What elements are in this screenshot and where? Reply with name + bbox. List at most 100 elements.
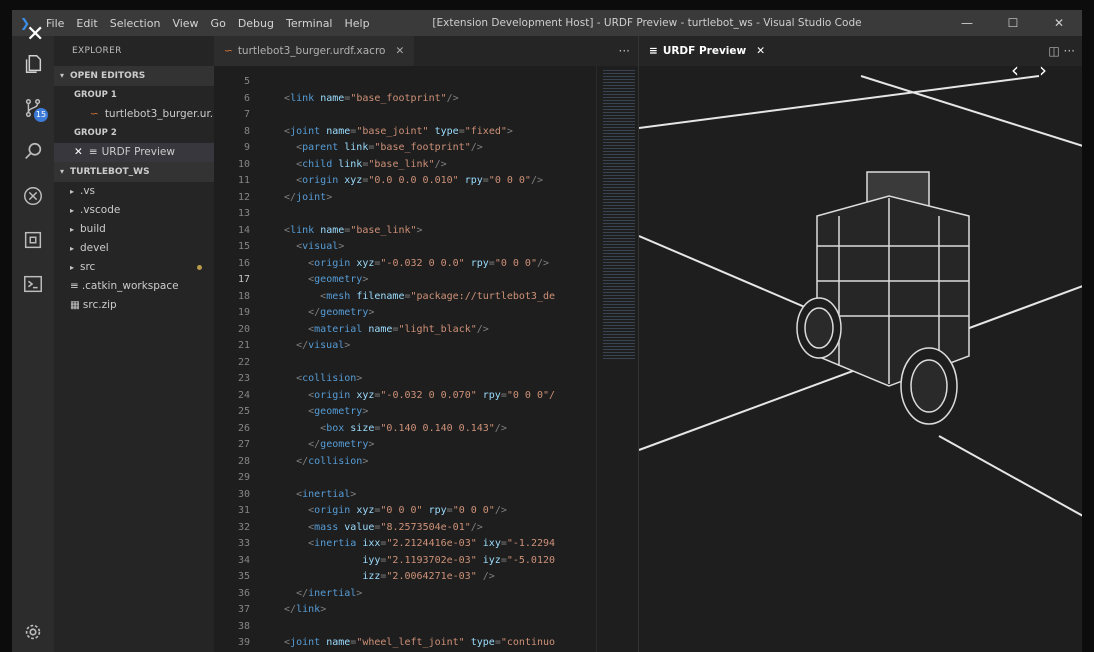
menu-go[interactable]: Go — [211, 17, 226, 30]
menu-file[interactable]: File — [46, 17, 64, 30]
code-line[interactable]: 30 <inertial> — [214, 487, 638, 504]
code-line[interactable]: 25 <geometry> — [214, 404, 638, 421]
code-token: < — [272, 241, 303, 252]
tree-item-vs[interactable]: ▸ .vs — [54, 182, 214, 201]
code-line[interactable]: 7 — [214, 107, 638, 124]
line-number: 21 — [237, 340, 250, 351]
tab-urdf-xacro[interactable]: ∽ turtlebot3_burger.urdf.xacro ✕ — [214, 36, 415, 66]
code-token: "0 0 0"/ — [506, 389, 556, 401]
code-line[interactable]: 11 <origin xyz="0.0 0.0 0.010" rpy="0 0 … — [214, 173, 638, 190]
code-line[interactable]: 36 </inertial> — [214, 586, 638, 603]
code-line[interactable]: 27 </geometry> — [214, 437, 638, 454]
code-token: "0 0 0" — [380, 505, 423, 516]
menu-selection[interactable]: Selection — [110, 17, 161, 30]
code-token: origin — [314, 389, 351, 401]
settings-gear-icon[interactable] — [12, 612, 54, 652]
minimize-icon[interactable]: — — [944, 10, 990, 36]
code-line[interactable]: 22 — [214, 355, 638, 372]
code-line[interactable]: 23 <collision> — [214, 371, 638, 388]
code-line[interactable]: 5 — [214, 74, 638, 91]
close-icon[interactable]: ✕ — [26, 24, 44, 46]
code-line[interactable]: 32 <mass value="8.2573504e-01"/> — [214, 520, 638, 537]
maximize-icon[interactable]: ☐ — [990, 10, 1036, 36]
close-window-icon[interactable]: ✕ — [1036, 10, 1082, 36]
code-line[interactable]: 12 </joint> — [214, 190, 638, 207]
code-line[interactable]: 31 <origin xyz="0 0 0" rpy="0 0 0"/> — [214, 503, 638, 520]
code-line[interactable]: 15 <visual> — [214, 239, 638, 256]
open-editor-urdf-preview[interactable]: ✕ ≡ URDF Preview — [54, 143, 214, 162]
open-editor-urdf-file[interactable]: ∽ turtlebot3_burger.ur... — [54, 105, 214, 124]
menu-terminal[interactable]: Terminal — [286, 17, 333, 30]
tree-item-catkin-workspace[interactable]: ≡ .catkin_workspace — [54, 277, 214, 296]
code-token: < — [272, 389, 315, 401]
code-line[interactable]: 29 — [214, 470, 638, 487]
tab-urdf-preview[interactable]: ≡ URDF Preview ✕ — [649, 36, 765, 66]
explorer-icon[interactable] — [12, 44, 54, 84]
code-token: iyz — [482, 554, 501, 566]
code-line[interactable]: 34 iyy="2.1193702e-03" iyz="-5.0120 — [214, 553, 638, 570]
code-line[interactable]: 20 <material name="light_black"/> — [214, 322, 638, 339]
open-editors-section[interactable]: ▾ OPEN EDITORS — [54, 66, 214, 86]
code-line[interactable]: 17 <geometry> — [214, 272, 638, 289]
code-line[interactable]: 14 <link name="base_link"> — [214, 223, 638, 240]
close-tab-icon[interactable]: ✕ — [756, 45, 765, 57]
scm-count-badge: 15 — [34, 108, 48, 122]
code-line[interactable]: 37 </link> — [214, 602, 638, 619]
code-token: filename — [356, 290, 405, 302]
minimap[interactable] — [596, 66, 639, 652]
code-line[interactable]: 28 </collision> — [214, 454, 638, 471]
line-number: 5 — [243, 76, 250, 87]
menu-help[interactable]: Help — [345, 17, 370, 30]
tree-item-devel[interactable]: ▸ devel — [54, 239, 214, 258]
code-line[interactable]: 35 izz="2.0064271e-03" /> — [214, 569, 638, 586]
code-token: /> — [536, 257, 550, 269]
debug-icon[interactable] — [12, 176, 54, 216]
chevron-right-icon: ▸ — [70, 244, 75, 253]
tree-item-src-zip[interactable]: ▦ src.zip — [54, 296, 214, 315]
code-area[interactable]: 5 6 <link name="base_footprint"/> 7 8 <join… — [214, 74, 638, 652]
code-line[interactable]: 38 — [214, 619, 638, 636]
rss-file-icon: ∽ — [90, 108, 99, 120]
search-icon[interactable] — [12, 132, 54, 172]
tab-label: turtlebot3_burger.urdf.xacro — [237, 45, 386, 57]
menu-view[interactable]: View — [172, 17, 198, 30]
code-line[interactable]: 8 <joint name="base_joint" type="fixed"> — [214, 124, 638, 141]
code-line[interactable]: 10 <child link="base_link"/> — [214, 157, 638, 174]
code-token: "fixed" — [464, 125, 507, 137]
code-token: rpy — [464, 175, 483, 186]
code-line[interactable]: 19 </geometry> — [214, 305, 638, 322]
tree-item-src[interactable]: ▸ src — [54, 258, 214, 277]
code-line[interactable]: 21 </visual> — [214, 338, 638, 355]
code-line[interactable]: 39 <joint name="wheel_left_joint" type="… — [214, 635, 638, 652]
code-line[interactable]: 6 <link name="base_footprint"/> — [214, 91, 638, 108]
code-token: "2.2124416e-03" — [386, 538, 477, 549]
code-token: origin — [314, 257, 351, 269]
terminal-icon[interactable] — [12, 264, 54, 304]
workspace-section[interactable]: ▾ TURTLEBOT_WS — [54, 162, 214, 182]
code-token: xyz — [356, 257, 375, 269]
close-editor-icon[interactable]: ✕ — [74, 146, 83, 158]
code-token: name — [320, 92, 345, 104]
code-line[interactable]: 13 — [214, 206, 638, 223]
code-token: < — [272, 224, 291, 236]
code-token: > — [356, 373, 363, 384]
code-line[interactable]: 16 <origin xyz="-0.032 0 0.0" rpy="0 0 0… — [214, 256, 638, 273]
code-line[interactable]: 33 <inertia ixx="2.2124416e-03" ixy="-1.… — [214, 536, 638, 553]
source-control-icon[interactable]: 15 — [12, 88, 54, 128]
3d-viewport[interactable] — [638, 66, 1082, 652]
code-token: /> — [494, 505, 507, 516]
more-actions-icon[interactable]: ··· — [619, 36, 630, 66]
code-line[interactable]: 26 <box size="0.140 0.140 0.143"/> — [214, 421, 638, 438]
menu-debug[interactable]: Debug — [238, 17, 274, 30]
nav-arrows-icon[interactable]: ‹› — [1011, 58, 1067, 82]
tree-item-build[interactable]: ▸ build — [54, 220, 214, 239]
tree-item-label: .vscode — [80, 204, 121, 216]
code-line[interactable]: 18 <mesh filename="package://turtlebot3_… — [214, 289, 638, 306]
code-line[interactable]: 9 <parent link="base_footprint"/> — [214, 140, 638, 157]
tree-item-vscode[interactable]: ▸ .vscode — [54, 201, 214, 220]
menu-edit[interactable]: Edit — [76, 17, 97, 30]
code-token: child — [302, 158, 333, 170]
extensions-icon[interactable] — [12, 220, 54, 260]
close-tab-icon[interactable]: ✕ — [395, 45, 404, 57]
code-line[interactable]: 24 <origin xyz="-0.032 0 0.070" rpy="0 0… — [214, 388, 638, 405]
